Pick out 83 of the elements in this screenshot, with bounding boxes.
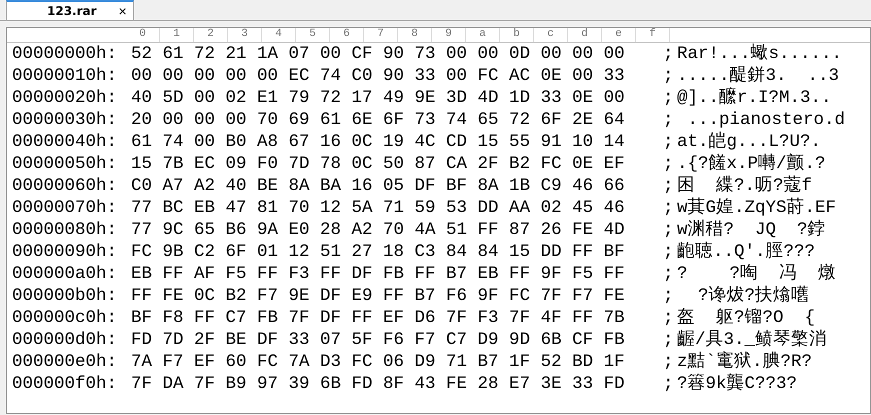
file-tab[interactable]: 123.rar × xyxy=(6,0,134,20)
ascii-text: 盔 躯?镏?O { xyxy=(677,307,816,329)
row-offset: 000000e0h: xyxy=(12,351,118,373)
separator: ; xyxy=(663,351,675,373)
column-index: b xyxy=(513,28,520,42)
hex-bytes: 77 9C 65 B6 9A E0 28 A2 70 4A 51 FF 87 26 FE 4D xyxy=(131,219,626,241)
separator: ; xyxy=(663,109,675,131)
row-offset: 000000d0h: xyxy=(12,329,118,351)
separator: ; xyxy=(663,241,675,263)
hex-bytes: EB FF AF F5 FF F3 FF DF FB FF B7 EB FF 9F F5 FF xyxy=(131,263,626,285)
row-offset: 00000030h: xyxy=(12,109,118,131)
ascii-text: at.皑g...L?U?. xyxy=(677,131,822,153)
ascii-text: 齙聴..Q'.脛??? xyxy=(677,241,816,263)
row-offset: 00000040h: xyxy=(12,131,118,153)
hex-bytes: 20 00 00 00 70 69 61 6E 6F 73 74 65 72 6F 2E 64 xyxy=(131,109,626,131)
hex-bytes: FC 9B C2 6F 01 12 51 27 18 C3 84 84 15 DD FF BF xyxy=(131,241,626,263)
row-offset: 00000000h: xyxy=(12,43,118,65)
hex-bytes: 61 74 00 B0 A8 67 16 0C 19 4C CD 15 55 91 10 14 xyxy=(131,131,626,153)
hex-bytes: 77 BC EB 47 81 70 12 5A 71 59 53 DD AA 02 45 46 xyxy=(131,197,626,219)
column-index: 5 xyxy=(309,28,316,42)
row-offset: 000000c0h: xyxy=(12,307,118,329)
row-offset: 00000090h: xyxy=(12,241,118,263)
hex-bytes: 00 00 00 00 00 EC 74 C0 90 33 00 FC AC 0E 00 33 xyxy=(131,65,626,87)
separator: ; xyxy=(663,329,675,351)
separator: ; xyxy=(663,219,675,241)
column-index: 0 xyxy=(139,28,146,42)
row-offset: 00000070h: xyxy=(12,197,118,219)
ascii-text: ? ?啕 冯 燉 xyxy=(677,263,836,285)
column-index: c xyxy=(547,28,554,42)
separator: ; xyxy=(663,153,675,175)
row-offset: 00000050h: xyxy=(12,153,118,175)
hex-bytes: 7A F7 EF 60 FC 7A D3 FC 06 D9 71 B7 1F 52 BD 1F xyxy=(131,351,626,373)
column-index: 2 xyxy=(207,28,214,42)
hex-bytes: 52 61 72 21 1A 07 00 CF 90 73 00 00 0D 00 00 00 xyxy=(131,43,626,65)
separator: ; xyxy=(663,373,675,395)
hex-bytes: FF FE 0C B2 F7 9E DF E9 FF B7 F6 9F FC 7F F7 FE xyxy=(131,285,626,307)
tab-title: 123.rar xyxy=(47,4,97,18)
ascii-text: Rar!...蠍s...... xyxy=(677,43,842,65)
separator: ; xyxy=(663,175,675,197)
hex-bytes: C0 A7 A2 40 BE 8A BA 16 05 DF BF 8A 1B C9 46 66 xyxy=(131,175,626,197)
row-offset: 000000f0h: xyxy=(12,373,118,395)
separator: ; xyxy=(663,285,675,307)
separator: ; xyxy=(663,307,675,329)
column-index: 1 xyxy=(173,28,180,42)
row-offset: 00000010h: xyxy=(12,65,118,87)
row-offset: 00000060h: xyxy=(12,175,118,197)
column-index: 7 xyxy=(377,28,384,42)
row-offset: 00000020h: xyxy=(12,87,118,109)
hex-bytes: 40 5D 00 02 E1 79 72 17 49 9E 3D 4D 1D 33 0E 00 xyxy=(131,87,626,109)
column-index: a xyxy=(479,28,486,42)
ascii-text: w萁G媓.ZqYS莳.EF xyxy=(677,197,836,219)
separator: ; xyxy=(663,263,675,285)
ascii-text: .....醍鉼3. ..3 xyxy=(677,65,840,87)
column-index: 6 xyxy=(343,28,350,42)
ascii-text: 困 緤?.呖?蔻f xyxy=(677,175,812,197)
row-offset: 000000b0h: xyxy=(12,285,118,307)
column-index: f xyxy=(649,28,656,42)
separator: ; xyxy=(663,65,675,87)
column-index: 3 xyxy=(241,28,248,42)
ascii-text: w渊稓? JQ ?鋍 xyxy=(677,219,826,241)
column-index: e xyxy=(615,28,622,42)
hex-bytes: 15 7B EC 09 F0 7D 78 0C 50 87 CA 2F B2 FC 0E EF xyxy=(131,153,626,175)
separator: ; xyxy=(663,197,675,219)
ascii-text: ?簭9k龔C??3? xyxy=(677,373,798,395)
ascii-text: .{?饈x.P囀/颤.? xyxy=(677,153,826,175)
row-offset: 000000a0h: xyxy=(12,263,118,285)
separator: ; xyxy=(663,131,675,153)
column-index: 4 xyxy=(275,28,282,42)
ascii-text: 齷/具3._鲼琴檠消 xyxy=(677,329,828,351)
hex-bytes: 7F DA 7F B9 97 39 6B FD 8F 43 FE 28 E7 3E 33 FD xyxy=(131,373,626,395)
separator: ; xyxy=(663,87,675,109)
column-index: d xyxy=(581,28,588,42)
separator: ; xyxy=(663,43,675,65)
row-offset: 00000080h: xyxy=(12,219,118,241)
column-index: 8 xyxy=(411,28,418,42)
column-index: 9 xyxy=(445,28,452,42)
ascii-text: z黠`竃狱.腆?R? xyxy=(677,351,812,373)
ascii-text: ...pianostero.d xyxy=(686,109,846,131)
hex-bytes: FD 7D 2F BE DF 33 07 5F F6 F7 C7 D9 9D 6B CF FB xyxy=(131,329,626,351)
hex-bytes: BF F8 FF C7 FB 7F DF FF EF D6 7F F3 7F 4F FF 7B xyxy=(131,307,626,329)
ascii-text: ?谗炦?扶熻嚿 xyxy=(697,285,810,307)
close-button[interactable]: × xyxy=(118,4,127,18)
ascii-text: @]..醿r.I?M.3.. xyxy=(677,87,832,109)
